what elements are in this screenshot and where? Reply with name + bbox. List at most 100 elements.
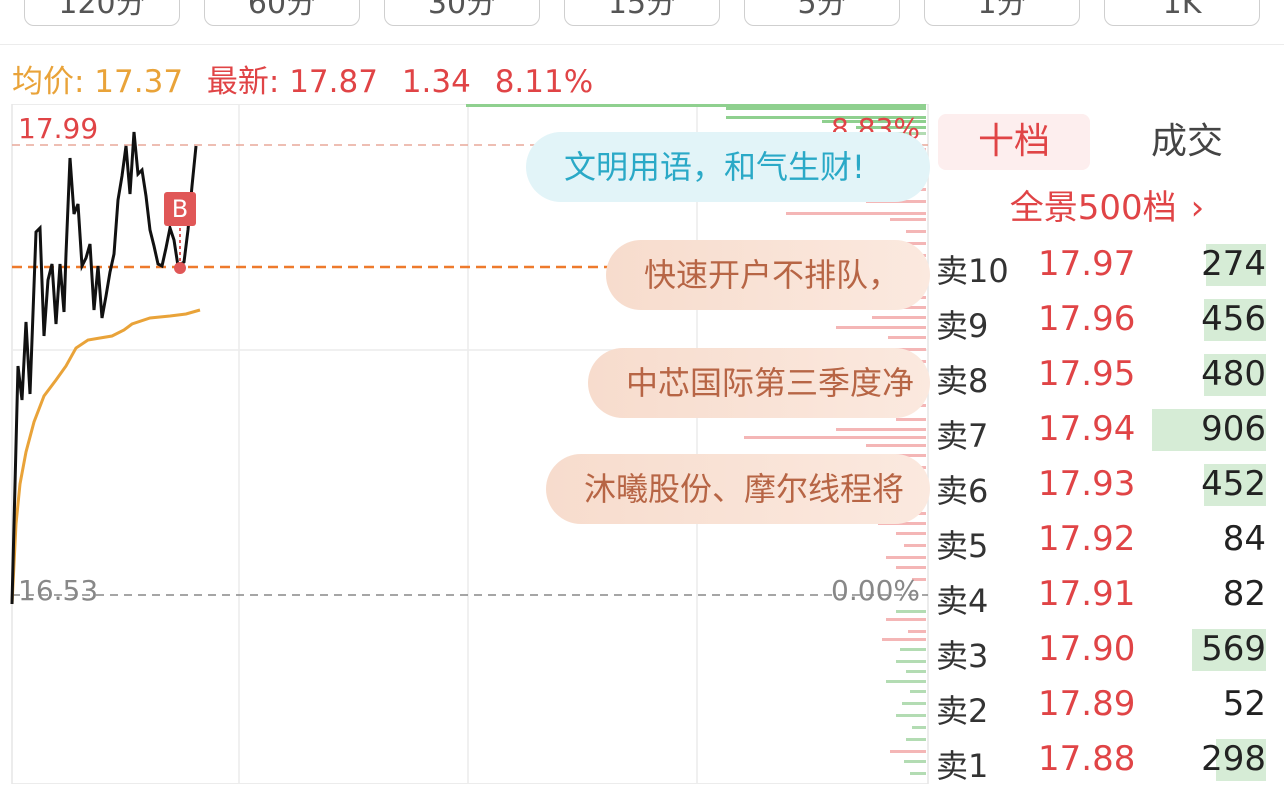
ask-price: 17.92: [1038, 519, 1136, 559]
chart-canvas: [10, 104, 929, 784]
ask-row[interactable]: 卖7 17.94 906: [930, 403, 1284, 458]
news-bubble[interactable]: 快速开户不排队，: [606, 240, 930, 310]
depth-bar: [896, 610, 926, 613]
ask-price: 17.96: [1038, 299, 1136, 339]
price-summary: 均价: 17.37 最新: 17.87 1.34 8.11%: [12, 56, 607, 100]
ask-row[interactable]: 卖2 17.89 52: [930, 678, 1284, 733]
news-bubble[interactable]: 沐曦股份、摩尔线程将: [546, 454, 930, 524]
full-depth-label: 全景500档: [1009, 188, 1177, 228]
depth-bar: [902, 702, 926, 705]
ask-price: 17.88: [1038, 739, 1136, 779]
depth-bar: [836, 428, 926, 431]
depth-bar: [904, 760, 926, 763]
avg-price-line: [10, 308, 201, 605]
depth-bar: [908, 630, 926, 633]
depth-bar: [836, 326, 926, 329]
news-bubble[interactable]: 中芯国际第三季度净: [588, 348, 930, 418]
ask-volume: 452: [1201, 464, 1266, 504]
depth-bar: [904, 544, 926, 547]
ask-row[interactable]: 卖3 17.90 569: [930, 623, 1284, 678]
ask-level-label: 卖4: [936, 582, 989, 620]
depth-bar: [896, 714, 926, 717]
chart-frame: [11, 104, 929, 784]
ask-level-label: 卖6: [936, 472, 989, 510]
depth-bar: [910, 690, 926, 693]
depth-bar: [786, 212, 926, 215]
order-book-panel: 十档 成交 全景500档 › 卖10 17.97 274 卖9 17.96 456 卖8 17.…: [930, 104, 1284, 785]
ask-row[interactable]: 卖9 17.96 456: [930, 293, 1284, 348]
full-depth-link[interactable]: 全景500档 ›: [930, 180, 1284, 229]
depth-bar: [886, 680, 926, 683]
ask-price: 17.97: [1038, 244, 1136, 284]
tab-1min[interactable]: 1分: [924, 0, 1080, 26]
ask-level-label: 卖5: [936, 527, 989, 565]
tab-trades[interactable]: 成交: [1110, 114, 1264, 170]
high-price-label: 17.99: [18, 112, 99, 145]
tab-60min[interactable]: 60分: [204, 0, 360, 26]
depth-bar: [886, 556, 926, 559]
depth-bar: [906, 670, 926, 673]
depth-bar: [872, 316, 926, 319]
chevron-right-icon: ›: [1190, 188, 1205, 228]
depth-bar: [882, 638, 926, 641]
ask-volume: 84: [1222, 519, 1266, 559]
low-price-label: 16.53: [18, 574, 99, 607]
tab-15min[interactable]: 15分: [564, 0, 720, 26]
ask-row[interactable]: 卖1 17.88 298: [930, 733, 1284, 788]
ask-volume: 298: [1201, 739, 1266, 779]
ask-level-label: 卖8: [936, 362, 989, 400]
intraday-chart[interactable]: 17.99 16.53 8.83% 0.00% B 文明用语，和气生财! 快速开…: [0, 104, 930, 784]
news-bubble[interactable]: 文明用语，和气生财!: [526, 132, 930, 202]
ask-row[interactable]: 卖4 17.91 82: [930, 568, 1284, 623]
price-change: 1.34: [401, 64, 471, 100]
latest-price: 最新: 17.87: [206, 64, 378, 100]
ask-row[interactable]: 卖10 17.97 274: [930, 238, 1284, 293]
tab-5min[interactable]: 5分: [744, 0, 900, 26]
ask-volume: 906: [1201, 409, 1266, 449]
tab-120min[interactable]: 120分: [24, 0, 180, 26]
depth-bar: [896, 532, 926, 535]
depth-bar: [912, 726, 926, 729]
price-change-pct: 8.11%: [494, 64, 594, 100]
buy-marker[interactable]: B: [164, 192, 196, 226]
depth-bar: [726, 107, 926, 110]
ask-row[interactable]: 卖5 17.92 84: [930, 513, 1284, 568]
ask-row[interactable]: 卖8 17.95 480: [930, 348, 1284, 403]
tab-ten-levels[interactable]: 十档: [938, 114, 1090, 170]
buy-point: [174, 262, 186, 274]
tab-30min[interactable]: 30分: [384, 0, 540, 26]
ask-price: 17.93: [1038, 464, 1136, 504]
depth-bar: [906, 230, 926, 233]
tab-1k[interactable]: 1K: [1104, 0, 1260, 26]
period-tabs: 120分 60分 30分 15分 5分 1分 1K: [0, 0, 1284, 45]
ask-volume: 52: [1222, 684, 1266, 724]
ask-price: 17.95: [1038, 354, 1136, 394]
ask-level-label: 卖10: [936, 252, 1009, 290]
ask-level-label: 卖1: [936, 747, 989, 785]
ask-row[interactable]: 卖6 17.93 452: [930, 458, 1284, 513]
ask-level-label: 卖3: [936, 637, 989, 675]
ask-level-label: 卖7: [936, 417, 989, 455]
avg-price: 均价: 17.37: [12, 64, 184, 100]
ask-volume: 480: [1201, 354, 1266, 394]
ask-price: 17.94: [1038, 409, 1136, 449]
depth-bar: [910, 772, 926, 775]
depth-bar: [896, 418, 926, 421]
depth-bar: [888, 336, 926, 339]
ask-level-label: 卖9: [936, 307, 989, 345]
depth-bar: [466, 104, 926, 107]
ask-volume: 82: [1222, 574, 1266, 614]
depth-bar: [890, 218, 926, 221]
depth-bar: [896, 660, 926, 663]
depth-bar: [890, 750, 926, 753]
ask-volume: 569: [1201, 629, 1266, 669]
ask-price: 17.91: [1038, 574, 1136, 614]
ask-volume: 456: [1201, 299, 1266, 339]
depth-bar: [886, 618, 926, 621]
ask-volume: 274: [1201, 244, 1266, 284]
depth-bar: [866, 444, 926, 447]
depth-bar: [900, 648, 926, 651]
ask-price: 17.89: [1038, 684, 1136, 724]
low-pct-label: 0.00%: [831, 574, 920, 607]
depth-bar: [906, 738, 926, 741]
